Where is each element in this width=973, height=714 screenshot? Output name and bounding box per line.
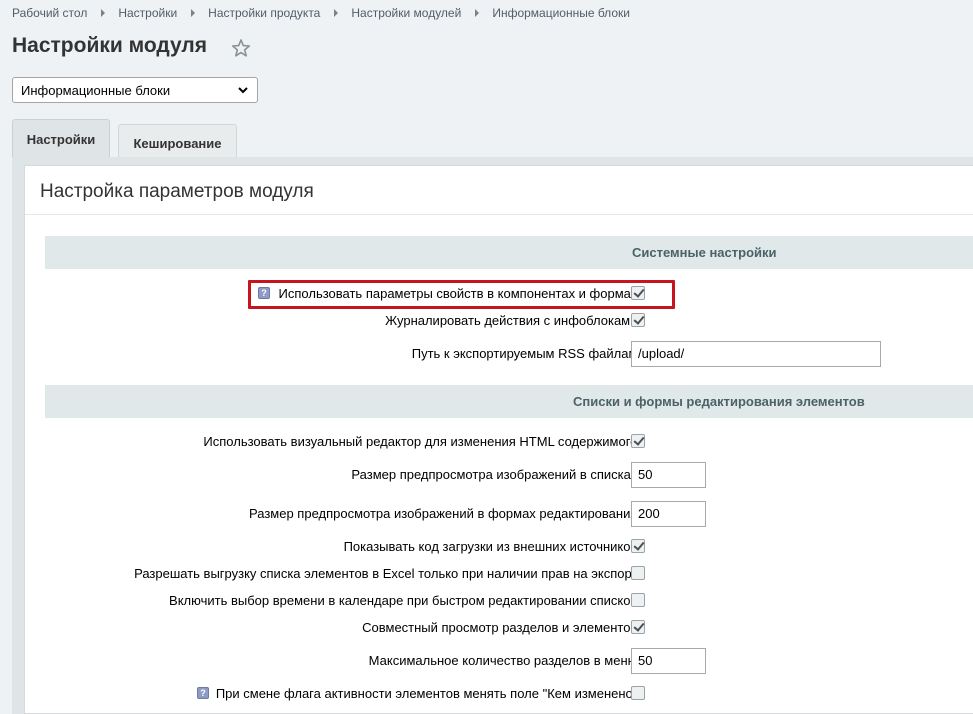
setting-label: Совместный просмотр разделов и элементов… <box>362 620 641 635</box>
form-preview-size-input[interactable]: 200 <box>631 501 706 527</box>
setting-label: Размер предпросмотра изображений в форма… <box>249 506 641 521</box>
page-title: Настройки модуля <box>12 34 208 57</box>
section-header-lists: Списки и формы редактирования элементов <box>45 385 973 418</box>
module-settings-page: Рабочий стол Настройки Настройки продукт… <box>0 0 973 714</box>
breadcrumb-arrow-icon <box>101 9 106 17</box>
setting-row: Использовать визуальный редактор для изм… <box>25 430 973 454</box>
modified-by-checkbox[interactable] <box>631 686 645 700</box>
module-select[interactable]: Информационные блоки <box>12 77 258 103</box>
visual-editor-checkbox[interactable] <box>631 434 645 448</box>
panel-title: Настройка параметров модуля <box>40 181 314 202</box>
setting-label: При смене флага активности элементов мен… <box>215 686 641 701</box>
tab-caching[interactable]: Кеширование <box>118 124 237 158</box>
breadcrumb-item-desktop[interactable]: Рабочий стол <box>12 6 87 20</box>
breadcrumb-arrow-icon <box>334 9 339 17</box>
setting-row: Максимальное количество разделов в меню:… <box>25 648 973 674</box>
section-title: Системные настройки <box>632 245 777 260</box>
section-header-system: Системные настройки <box>45 236 973 269</box>
setting-label: Включить выбор времени в календаре при б… <box>169 593 641 608</box>
setting-label: Размер предпросмотра изображений в списк… <box>351 467 641 482</box>
setting-row: Показывать код загрузки из внешних источ… <box>25 535 973 559</box>
highlight-box <box>248 280 675 309</box>
rss-path-input[interactable]: /upload/ <box>631 341 881 367</box>
setting-row: Совместный просмотр разделов и элементов… <box>25 616 973 640</box>
setting-row: Размер предпросмотра изображений в форма… <box>25 501 973 527</box>
setting-row: Размер предпросмотра изображений в списк… <box>25 462 973 488</box>
tab-content: Настройка параметров модуля Системные на… <box>12 157 973 714</box>
breadcrumb-item-module-settings[interactable]: Настройки модулей <box>351 6 461 20</box>
combined-view-checkbox[interactable] <box>631 620 645 634</box>
setting-label: Показывать код загрузки из внешних источ… <box>343 539 641 554</box>
list-preview-size-input[interactable]: 50 <box>631 462 706 488</box>
help-icon[interactable]: ? <box>197 687 209 699</box>
setting-label: Использовать визуальный редактор для изм… <box>203 434 641 449</box>
divider <box>25 214 973 215</box>
setting-row: Путь к экспортируемым RSS файлам: /uploa… <box>25 341 973 367</box>
section-title: Списки и формы редактирования элементов <box>573 394 865 409</box>
setting-row: Включить выбор времени в календаре при б… <box>25 589 973 613</box>
breadcrumb-item-infoblocks[interactable]: Информационные блоки <box>492 6 630 20</box>
setting-row: ? При смене флага активности элементов м… <box>25 682 973 706</box>
calendar-time-checkbox[interactable] <box>631 593 645 607</box>
setting-label: Журналировать действия с инфоблоками: <box>385 313 641 328</box>
external-upload-code-checkbox[interactable] <box>631 539 645 553</box>
module-select-value: Информационные блоки <box>21 82 171 98</box>
breadcrumb-arrow-icon <box>475 9 480 17</box>
setting-row: Журналировать действия с инфоблоками: <box>25 309 973 333</box>
settings-panel: Настройка параметров модуля Системные на… <box>24 165 973 714</box>
breadcrumb-item-product-settings[interactable]: Настройки продукта <box>208 6 320 20</box>
chevron-down-icon <box>238 87 248 94</box>
breadcrumb-arrow-icon <box>191 9 196 17</box>
max-menu-sections-input[interactable]: 50 <box>631 648 706 674</box>
log-infoblock-actions-checkbox[interactable] <box>631 313 645 327</box>
excel-export-rights-checkbox[interactable] <box>631 566 645 580</box>
breadcrumb: Рабочий стол Настройки Настройки продукт… <box>12 6 630 20</box>
setting-label: Путь к экспортируемым RSS файлам: <box>411 346 641 361</box>
setting-label: Максимальное количество разделов в меню: <box>368 653 641 668</box>
breadcrumb-item-settings[interactable]: Настройки <box>118 6 177 20</box>
star-icon[interactable] <box>231 38 251 58</box>
setting-label: Разрешать выгрузку списка элементов в Ex… <box>134 566 641 581</box>
setting-row: Разрешать выгрузку списка элементов в Ex… <box>25 562 973 586</box>
